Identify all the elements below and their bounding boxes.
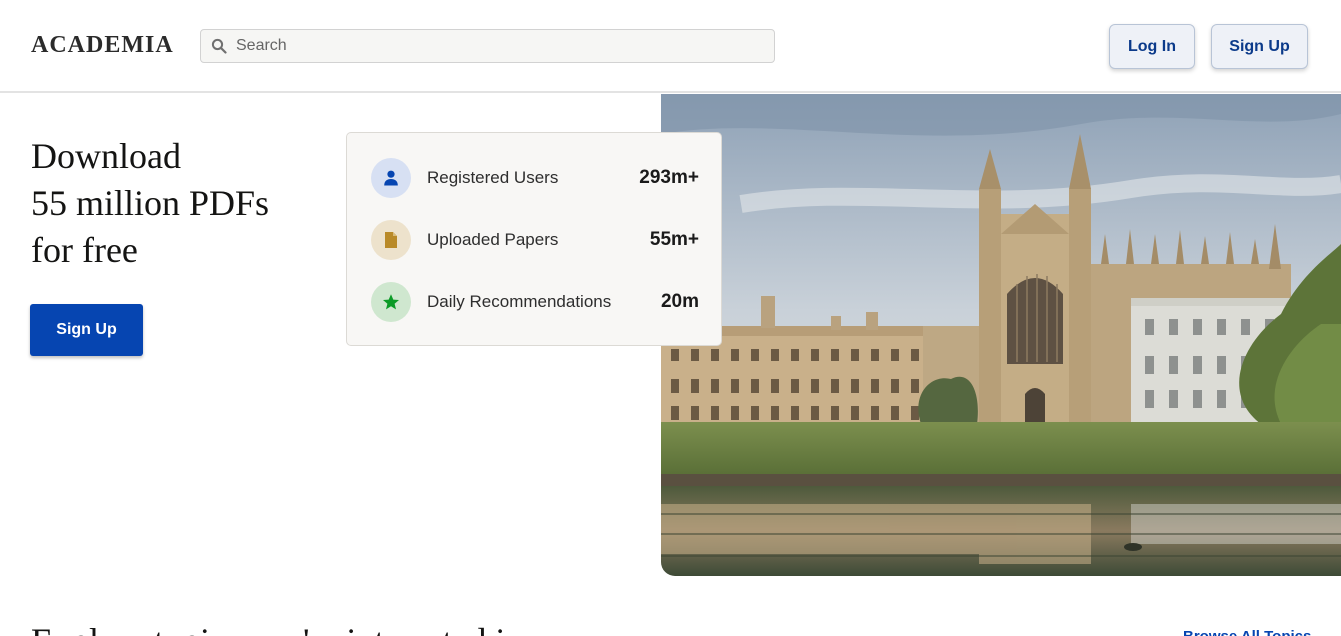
stat-daily-recommendations: Daily Recommendations 20m	[371, 282, 699, 322]
stat-label: Registered Users	[427, 168, 559, 187]
browse-all-topics-link[interactable]: Browse All Topics	[1183, 628, 1311, 636]
stat-value: 20m	[660, 291, 699, 312]
search-bar[interactable]	[200, 29, 775, 63]
document-icon	[371, 220, 411, 260]
headline-line: Download	[31, 136, 181, 176]
header-signup-button[interactable]: Sign Up	[1211, 24, 1308, 69]
stat-uploaded-papers: Uploaded Papers 55m+	[371, 220, 699, 260]
stat-value: 293m+	[639, 167, 699, 188]
search-input[interactable]	[236, 37, 756, 55]
stat-value: 55m+	[649, 229, 699, 250]
hero-headline: Download 55 million PDFs for free	[31, 133, 351, 274]
top-header: ACADEMIA Log In Sign Up	[0, 0, 1341, 93]
stat-label: Uploaded Papers	[427, 230, 559, 249]
hero-photo-college	[661, 94, 1341, 576]
academia-logo[interactable]: ACADEMIA	[31, 32, 174, 59]
stat-label: Daily Recommendations	[427, 292, 612, 311]
stat-registered-users: Registered Users 293m+	[371, 158, 699, 198]
user-icon	[371, 158, 411, 198]
star-icon	[371, 282, 411, 322]
login-button[interactable]: Log In	[1109, 24, 1195, 69]
stats-card: Registered Users 293m+ Uploaded Papers 5…	[346, 132, 722, 346]
headline-line: 55 million PDFs	[31, 183, 270, 223]
search-icon	[211, 38, 227, 54]
headline-line: for free	[31, 230, 138, 270]
explore-topics-title: Explore topics you're interested in	[31, 620, 523, 636]
hero-signup-button[interactable]: Sign Up	[30, 304, 143, 356]
